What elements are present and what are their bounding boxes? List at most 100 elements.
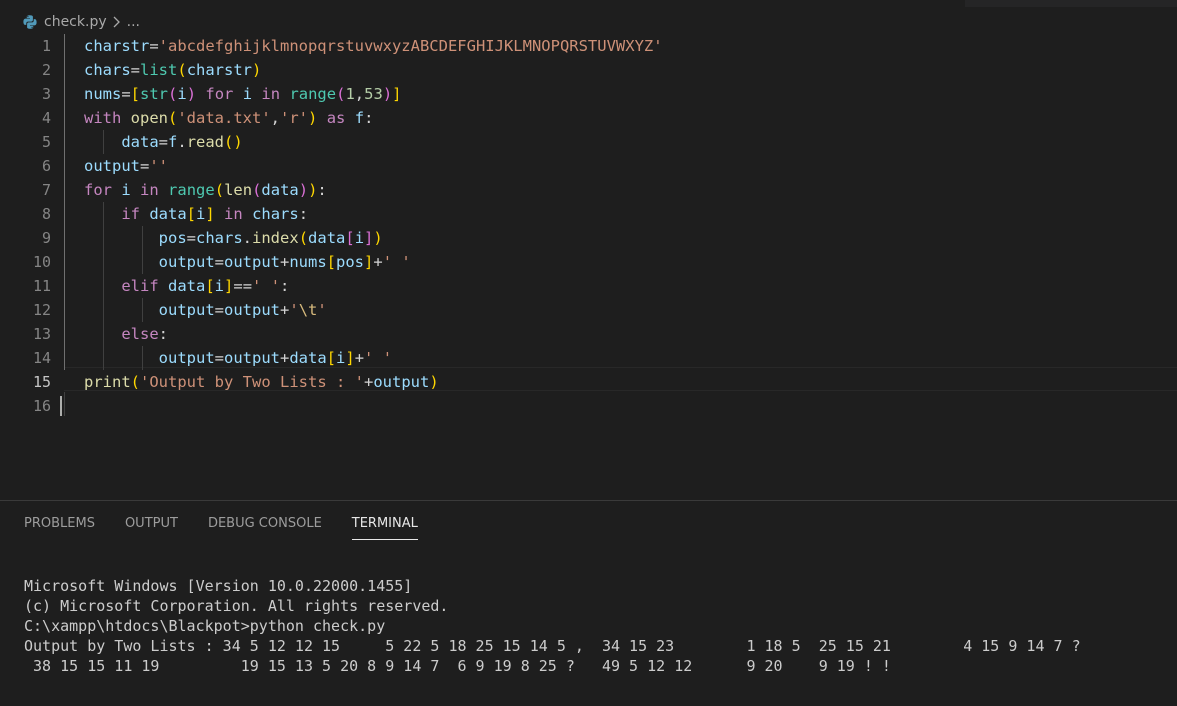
token: ] xyxy=(345,349,355,367)
code-text: pos=chars.index(data[i]) xyxy=(84,226,383,250)
token: + xyxy=(280,301,290,319)
code-editor[interactable]: 1 charstr = 'abcdefghijklmnopqrstuvwxyzABCD… xyxy=(0,34,1177,500)
code-line: 6 output='' xyxy=(0,154,1177,178)
token: ) xyxy=(298,181,309,199)
tab-output[interactable]: OUTPUT xyxy=(125,515,178,539)
token: chars xyxy=(84,61,131,79)
token: , xyxy=(270,109,281,127)
token: read xyxy=(186,133,225,151)
token: \t xyxy=(298,301,318,319)
line-number: 1 xyxy=(41,37,51,55)
line-number: 6 xyxy=(41,157,51,175)
code-line: 11 elif data[i]==' ': xyxy=(0,274,1177,298)
tab-terminal[interactable]: TERMINAL xyxy=(351,515,418,540)
token: i xyxy=(242,85,253,103)
code-line: 14 output=output+data[i]+' ' xyxy=(0,346,1177,370)
active-editor-tab[interactable] xyxy=(0,0,965,7)
tab-problems[interactable]: PROBLEMS xyxy=(24,515,95,539)
code-line: 4 with open('data.txt','r') as f: xyxy=(0,106,1177,130)
token: = xyxy=(121,85,131,103)
code-text: chars=list(charstr) xyxy=(84,58,261,82)
token: output xyxy=(158,253,215,271)
token: [ xyxy=(130,85,141,103)
terminal-line: Microsoft Windows [Version 10.0.22000.14… xyxy=(24,577,413,595)
token: ' xyxy=(289,301,299,319)
token: 'abcdefghijklmnopqrstuvwxyzABCDEFGHIJKLM… xyxy=(158,37,663,55)
line-number: 13 xyxy=(32,325,51,343)
token: . xyxy=(242,229,253,247)
token: f xyxy=(168,133,178,151)
token: output xyxy=(84,157,140,175)
token: chars xyxy=(252,205,299,223)
token: nums xyxy=(289,253,327,271)
token: [ xyxy=(326,349,337,367)
token: [ xyxy=(186,205,197,223)
token: 1 xyxy=(345,85,355,103)
terminal-output[interactable]: Microsoft Windows [Version 10.0.22000.14… xyxy=(24,556,1081,696)
token: output xyxy=(224,253,280,271)
token: + xyxy=(363,373,374,391)
token: : xyxy=(364,109,374,127)
code-line: 13 else: xyxy=(0,322,1177,346)
token: range xyxy=(168,181,215,199)
line-number: 16 xyxy=(32,397,51,415)
token: output xyxy=(158,349,215,367)
token: + xyxy=(373,253,383,271)
breadcrumb-more[interactable]: ... xyxy=(127,14,140,30)
token: ] xyxy=(392,85,402,103)
token: = xyxy=(214,349,224,367)
token: ( xyxy=(168,109,178,127)
token: ) xyxy=(373,229,383,247)
code-text: data=f.read() xyxy=(84,130,242,154)
code-line: 9 pos=chars.index(data[i]) xyxy=(0,226,1177,250)
token: ' ' xyxy=(252,277,281,295)
token: charstr xyxy=(186,61,253,79)
token: open xyxy=(130,109,168,127)
token: + xyxy=(354,349,365,367)
code-text: output=output+nums[pos]+' ' xyxy=(84,250,411,274)
token: = xyxy=(158,133,168,151)
code-line: 15 print('Output by Two Lists : '+output) xyxy=(0,370,1177,394)
token: chars xyxy=(196,229,243,247)
token: = xyxy=(140,157,150,175)
python-icon xyxy=(23,15,37,29)
token: : xyxy=(280,277,290,295)
token: range xyxy=(289,85,337,103)
token: = xyxy=(130,61,141,79)
token: : xyxy=(317,181,327,199)
line-number: 12 xyxy=(32,301,51,319)
code-text: with open('data.txt','r') as f: xyxy=(84,106,373,130)
token: ( xyxy=(177,61,187,79)
token: i xyxy=(196,205,206,223)
token: i xyxy=(336,349,346,367)
token: ) xyxy=(382,85,393,103)
terminal-line: 38 15 15 11 19 19 15 13 5 20 8 9 14 7 6 … xyxy=(24,657,891,675)
code-text: nums=[str(i) for i in range(1,53)] xyxy=(84,82,402,106)
terminal-line: (c) Microsoft Corporation. All rights re… xyxy=(24,597,449,615)
token: i xyxy=(214,277,225,295)
token: : xyxy=(158,325,168,343)
token: + xyxy=(280,349,290,367)
token: print xyxy=(84,373,131,391)
tab-debug-console[interactable]: DEBUG CONSOLE xyxy=(208,515,322,539)
token: pos xyxy=(336,253,365,271)
token: [ xyxy=(345,229,355,247)
chevron-right-icon xyxy=(113,16,120,28)
token: in xyxy=(140,181,159,199)
token: = xyxy=(186,229,196,247)
token: data xyxy=(149,205,187,223)
token: if xyxy=(121,205,140,223)
panel-border xyxy=(0,500,1177,501)
code-text: else: xyxy=(84,322,168,346)
token: '' xyxy=(149,157,169,175)
breadcrumb-file[interactable]: check.py xyxy=(44,14,107,30)
